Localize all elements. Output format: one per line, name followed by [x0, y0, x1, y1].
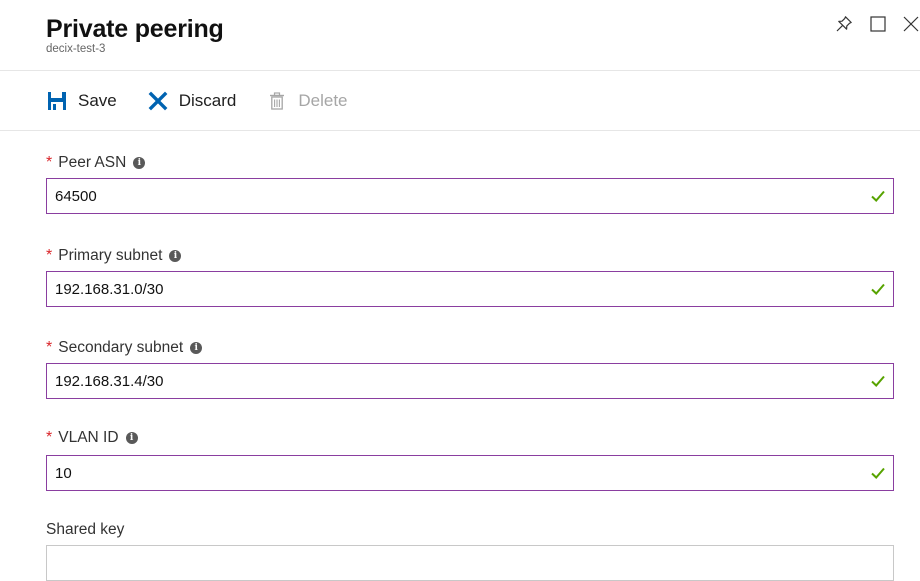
delete-button[interactable]: Delete	[266, 90, 348, 112]
shared-key-input-box	[46, 545, 894, 581]
info-icon[interactable]: i	[190, 342, 203, 354]
toolbar-divider	[0, 130, 920, 131]
primary-subnet-input-box	[46, 271, 894, 307]
info-icon[interactable]: i	[125, 432, 138, 444]
peer-asn-input-box	[46, 178, 894, 214]
info-icon[interactable]: i	[133, 157, 146, 169]
close-icon[interactable]	[898, 10, 920, 38]
shared-key-label-text: Shared key	[46, 521, 125, 538]
peer-asn-label: * Peer ASN i	[46, 153, 894, 173]
vlan-id-label-text: VLAN ID	[58, 429, 119, 446]
info-icon[interactable]: i	[169, 250, 182, 262]
shared-key-label: Shared key	[46, 520, 894, 540]
page-subtitle: decix-test-3	[46, 43, 106, 55]
discard-label: Discard	[178, 91, 237, 110]
save-button[interactable]: Save	[46, 90, 117, 112]
required-indicator: *	[46, 154, 53, 171]
vlan-id-label: * VLAN ID i	[46, 428, 894, 448]
primary-subnet-label-text: Primary subnet	[58, 247, 163, 264]
maximize-icon[interactable]	[864, 10, 892, 38]
primary-subnet-label: * Primary subnet i	[46, 246, 894, 266]
primary-subnet-field: * Primary subnet i	[46, 246, 894, 307]
discard-button[interactable]: Discard	[147, 90, 237, 112]
primary-subnet-input[interactable]	[47, 272, 835, 306]
valid-check-icon	[871, 283, 885, 295]
valid-check-icon	[871, 467, 885, 479]
blade-header: Private peering decix-test-3	[46, 14, 224, 56]
page-title: Private peering	[46, 15, 224, 43]
valid-check-icon	[871, 190, 885, 202]
required-indicator: *	[46, 247, 53, 264]
vlan-id-input[interactable]	[47, 456, 835, 490]
secondary-subnet-input[interactable]	[47, 364, 835, 398]
vlan-id-field: * VLAN ID i	[46, 428, 894, 491]
discard-icon	[147, 90, 169, 112]
command-bar: Save Discard Delete	[46, 86, 378, 116]
peer-asn-input[interactable]	[47, 179, 835, 213]
save-label: Save	[78, 91, 117, 110]
shared-key-field: Shared key	[46, 520, 894, 581]
secondary-subnet-label-text: Secondary subnet	[58, 339, 184, 356]
secondary-subnet-label: * Secondary subnet i	[46, 338, 894, 358]
pin-icon[interactable]	[830, 10, 858, 38]
trash-icon	[266, 90, 288, 112]
peer-asn-label-text: Peer ASN	[58, 154, 127, 171]
save-icon	[46, 90, 68, 112]
required-indicator: *	[46, 429, 53, 446]
header-divider	[0, 70, 920, 71]
shared-key-input[interactable]	[47, 546, 835, 580]
delete-label: Delete	[298, 91, 348, 110]
required-indicator: *	[46, 339, 53, 356]
valid-check-icon	[871, 375, 885, 387]
secondary-subnet-field: * Secondary subnet i	[46, 338, 894, 399]
peer-asn-field: * Peer ASN i	[46, 153, 894, 214]
secondary-subnet-input-box	[46, 363, 894, 399]
window-controls	[830, 10, 920, 38]
vlan-id-input-box	[46, 455, 894, 491]
